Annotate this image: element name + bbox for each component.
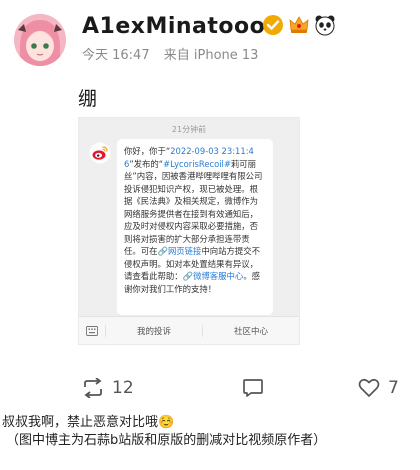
msg-part-2: ”发布的“ [129,158,164,169]
like-button[interactable]: 7 [358,378,399,398]
like-count: 7 [388,378,399,398]
weibo-post: A1exMinatoooo 今天 16:47 来自 iPhone 13 绷 21… [0,0,420,410]
notification-message: 你好，你于“2022-09-03 23:11:46”发布的“#LycorisRe… [117,139,273,315]
comment-button[interactable] [242,378,272,398]
link-icon: 🔗 [182,271,194,281]
msg-web-link[interactable]: 网页链接 [168,246,202,256]
comment-icon [243,379,263,397]
weibo-logo-icon [89,142,111,164]
post-time: 今天 16:47 [82,48,150,63]
post-text: 绷 [78,88,98,110]
msg-topic-tag[interactable]: #LycorisRecoil# [163,159,231,169]
crown-icon [289,16,309,33]
panda-icon [315,15,335,36]
repost-button[interactable]: 12 [82,378,134,398]
user-badges [262,14,336,36]
heart-icon [358,378,380,397]
post-actions: 12 7 [0,378,420,408]
avatar[interactable] [14,14,66,66]
post-source[interactable]: 来自 iPhone 13 [164,48,259,63]
message-timestamp: 21分钟前 [171,125,207,134]
attached-screenshot[interactable]: 21分钟前 你好，你于“2022-09-03 23:11:46”发布的“#Lyc… [78,117,300,345]
keyboard-icon[interactable] [79,325,105,336]
link-icon: 🔗 [157,246,168,256]
msg-part-1: 你好，你于“ [124,146,171,156]
msg-body: 莉可丽丝”内容，因被香港哔哩哔哩有限公司投诉侵犯知识产权，现已被处理。根据《民法… [124,158,263,257]
repost-count: 12 [112,378,134,398]
chat-bottom-bar: 我的投诉 社区中心 [79,316,299,344]
post-meta: 今天 16:47 来自 iPhone 13 [82,44,268,63]
username[interactable]: A1exMinatoooo [82,14,281,39]
caption: 叔叔我啊，禁止恶意对比哦☺️ （图中博主为石蒜b站版和原版的删减对比视频原作者） [0,410,420,470]
msg-service-link[interactable]: 微博客服中心 [193,271,243,281]
repost-icon [84,378,102,398]
verified-icon [263,15,283,35]
caption-line-2: （图中博主为石蒜b站版和原版的删减对比视频原作者） [6,433,327,448]
my-complaints-tab[interactable]: 我的投诉 [105,324,202,337]
caption-line-1: 叔叔我啊，禁止恶意对比哦☺️ [2,415,175,430]
community-center-tab[interactable]: 社区中心 [202,324,299,337]
